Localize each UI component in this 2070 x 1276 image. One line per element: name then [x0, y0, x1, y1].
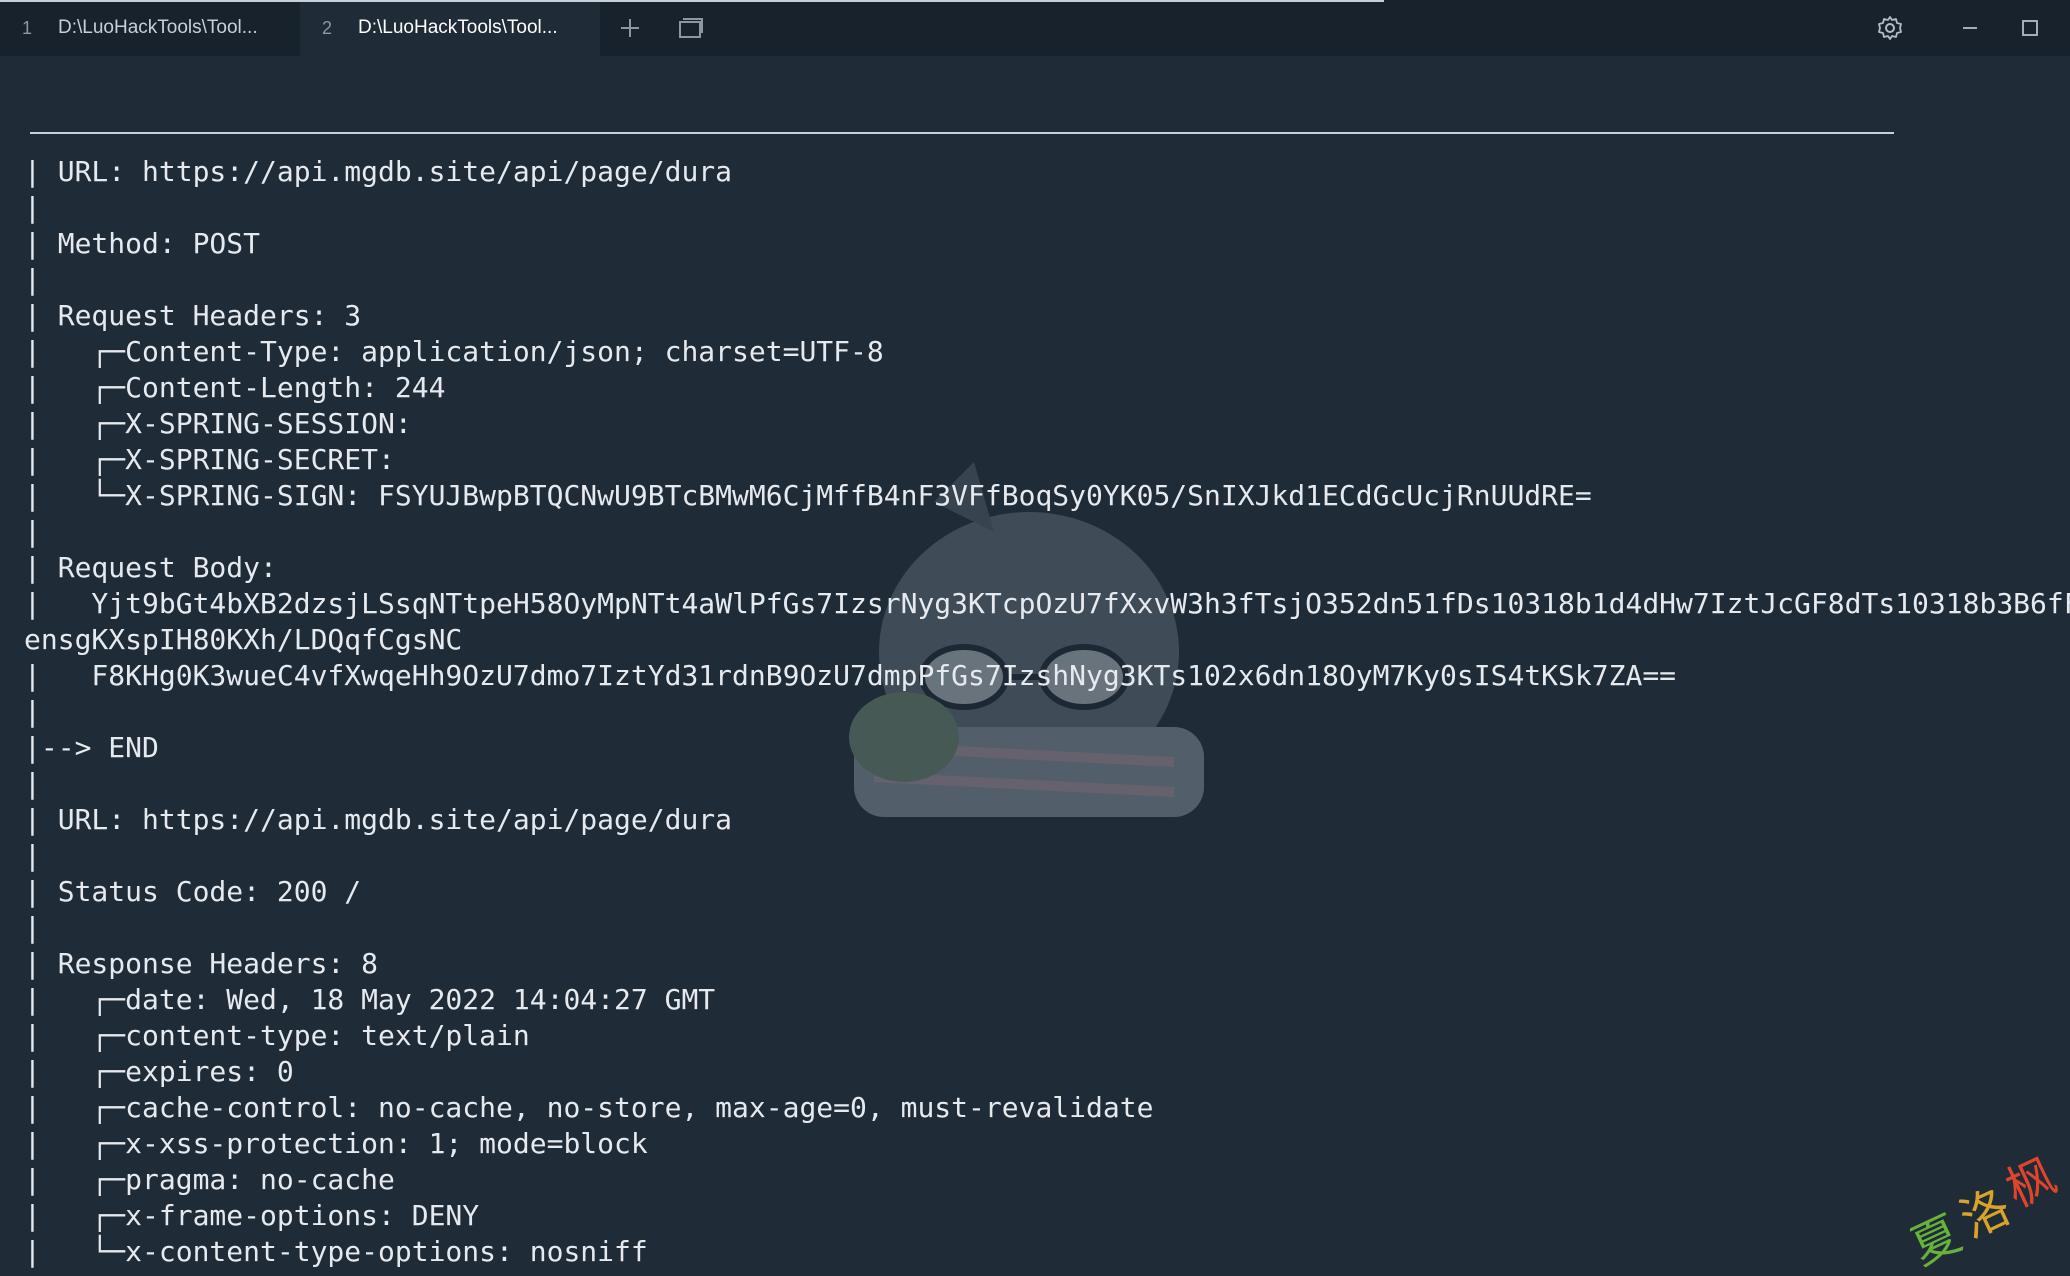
minimize-button[interactable]: [1940, 0, 2000, 56]
tab-2-number: 2: [322, 17, 333, 38]
window-top-accent: [0, 0, 1384, 2]
tab-1-number: 1: [22, 17, 33, 38]
terminal-line: | ┌─x-xss-protection: 1; mode=block: [24, 1127, 648, 1160]
terminal-line: |: [24, 515, 41, 548]
minimize-icon: [1963, 27, 1977, 29]
terminal-line: | ┌─cache-control: no-cache, no-store, m…: [24, 1091, 1154, 1124]
tab-1-title: D:\LuoHackTools\Tool...: [58, 17, 258, 38]
terminal-line: | ┌─content-type: text/plain: [24, 1019, 530, 1052]
terminal-line: | Method: POST: [24, 227, 261, 260]
terminal-line: | └─x-content-type-options: nosniff: [24, 1235, 648, 1268]
terminal-line: | ┌─Content-Length: 244: [24, 371, 446, 404]
plus-icon: [621, 19, 639, 37]
terminal-line: |: [24, 911, 41, 944]
terminal-line: | Request Headers: 3: [24, 299, 362, 332]
terminal-line: | ┌─expires: 0: [24, 1055, 294, 1088]
maximize-icon: [2022, 20, 2038, 36]
new-tab-button[interactable]: [600, 0, 660, 56]
windows-icon: [679, 18, 703, 38]
terminal-line: | ┌─date: Wed, 18 May 2022 14:04:27 GMT: [24, 983, 716, 1016]
tab-1[interactable]: 1 D:\LuoHackTools\Tool...: [0, 0, 300, 56]
terminal-line: | ┌─X-SPRING-SESSION:: [24, 407, 412, 440]
terminal-line: | ┌─pragma: no-cache: [24, 1163, 395, 1196]
terminal-line: | Response Headers: 8: [24, 947, 379, 980]
terminal-line: | ┌─Content-Type: application/json; char…: [24, 335, 884, 368]
tab-2[interactable]: 2 D:\LuoHackTools\Tool...: [300, 0, 600, 56]
terminal-line: |: [24, 767, 41, 800]
terminal-line: |: [24, 191, 41, 224]
terminal-line: |: [24, 695, 41, 728]
terminal-line: ensgKXspIH80KXh/LDQqfCgsNC: [24, 623, 463, 656]
maximize-button[interactable]: [2000, 0, 2060, 56]
terminal-line: | Request Body:: [24, 551, 277, 584]
terminal-line: |: [24, 263, 41, 296]
terminal-line: | ┌─X-SPRING-SECRET:: [24, 443, 395, 476]
terminal-window: 1 D:\LuoHackTools\Tool... 2 D:\LuoHackTo…: [0, 0, 2070, 1276]
terminal-line: | URL: https://api.mgdb.site/api/page/du…: [24, 155, 733, 188]
settings-button[interactable]: [1860, 0, 1920, 56]
terminal-line: | ┌─x-frame-options: DENY: [24, 1199, 480, 1232]
terminal-line: | Yjt9bGt4bXB2dzsjLSsqNTtpeH58OyMpNTt4aW…: [24, 587, 2070, 620]
tab-2-title: D:\LuoHackTools\Tool...: [358, 17, 558, 38]
terminal-line: | └─X-SPRING-SIGN: FSYUJBwpBTQCNwU9BTcBM…: [24, 479, 1592, 512]
terminal-line: |: [24, 839, 41, 872]
terminal-line: | Status Code: 200 /: [24, 875, 362, 908]
terminal-output[interactable]: | URL: https://api.mgdb.site/api/page/du…: [24, 118, 2070, 1276]
gear-icon: [1878, 16, 1902, 40]
tab-overview-button[interactable]: [660, 0, 720, 56]
tabbar-drag-area[interactable]: [720, 0, 1860, 56]
terminal-line: | URL: https://api.mgdb.site/api/page/du…: [24, 803, 733, 836]
terminal-line: |--> END: [24, 731, 159, 764]
tab-bar: 1 D:\LuoHackTools\Tool... 2 D:\LuoHackTo…: [0, 0, 2070, 56]
terminal-line: | F8KHg0K3wueC4vfXwqeHh9OzU7dmo7IztYd31r…: [24, 659, 1677, 692]
